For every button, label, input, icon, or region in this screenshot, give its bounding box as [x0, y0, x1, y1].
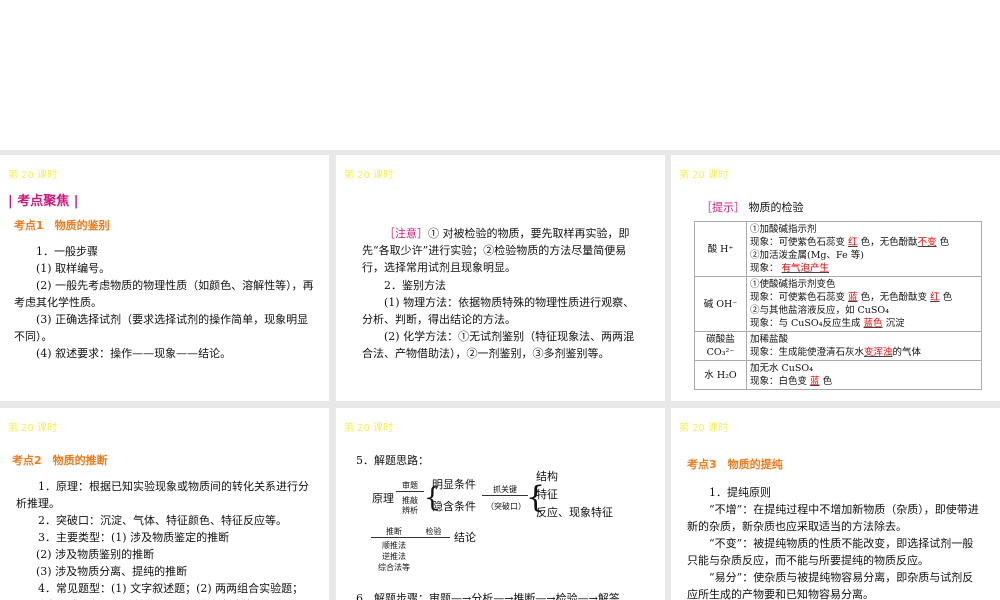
lesson-label: 第 20 课时: [679, 423, 729, 434]
arrow-label: 推敲: [402, 496, 418, 505]
cell-text: 现象：白色变: [750, 376, 808, 387]
text-line: “不变”：被提纯物质的性质不能改变，即选择试剂一般只能与杂质反应，而不能与所要提…: [687, 537, 974, 567]
text-line: (4) 叙述要求：操作——现象——结论。: [36, 347, 232, 360]
answer-blank: 红: [848, 237, 858, 248]
cell-text: 色，无色酚酞: [860, 237, 918, 248]
answer-blank: 有气泡产生: [781, 263, 830, 274]
hint-label: ［提示］: [701, 201, 745, 214]
text-line: (3) 涉及物质分离、提纯的推断: [36, 565, 188, 578]
slide-grid: 第 20 课时 | 考点聚焦 | 考点1 物质的鉴别 1．一般步骤 (1) 取样…: [0, 150, 1000, 600]
flow-node: 明显条件: [432, 478, 476, 491]
text-line: 1．一般步骤: [36, 245, 98, 258]
cell-text: 色: [942, 292, 953, 303]
text-line: 1．提纯原则: [709, 486, 771, 499]
lesson-label: 第 20 课时: [344, 423, 394, 434]
flow-node: 原理: [372, 492, 394, 505]
table-row: 碳酸盐 CO₃²⁻ 加稀盐酸 现象：生成能使澄清石灰水变浑浊的气体: [694, 331, 982, 361]
topic-title: 考点3 物质的提纯: [687, 458, 783, 471]
cell-text: 现象：生成能使澄清石灰水: [750, 347, 865, 358]
cell-line: ②与其他盐溶液反应，如 CuSO₄: [750, 305, 890, 316]
lesson-label: 第 20 课时: [8, 170, 58, 181]
slide-3[interactable]: 第 20 课时 ［提示］ 物质的检验 酸 H⁺ ①加酸碱指示剂 现象：可使紫色石…: [671, 155, 1000, 401]
lesson-label: 第 20 课时: [8, 423, 58, 434]
slide-2[interactable]: 第 20 课时 ［注意］① 对被检验的物质，要先取样再实验，即先“各取少许”进行…: [336, 155, 665, 401]
cell-line: 加无水 CuSO₄: [750, 363, 814, 374]
text-line: (2) 一般先考虑物质的物理性质（如颜色、溶解性等），再考虑其化学性质。: [14, 279, 314, 309]
text-line: (1) 物理方法：依据物质特殊的物理性质进行观察、分析、判断，得出结论的方法。: [362, 296, 635, 326]
cell-text: 现象：可使紫色石蕊变: [750, 237, 846, 248]
table-row: 水 H₂O 加无水 CuSO₄ 现象：白色变 蓝 色: [694, 360, 982, 390]
row-key-formula: CO₃²⁻: [706, 347, 735, 358]
answer-blank: 不变: [917, 237, 937, 248]
cell-line: ①加酸碱指示剂: [750, 224, 817, 235]
cell-text: 色，无色酚酞变: [860, 292, 928, 303]
cell-text: 色: [822, 376, 833, 387]
cell-text: 色: [939, 237, 950, 248]
arrow-label: 辨析: [402, 506, 418, 515]
lesson-label: 第 20 课时: [344, 170, 394, 181]
cell-line: 加稀盐酸: [750, 334, 789, 345]
cell-line: ①使酸碱指示剂变色: [750, 279, 836, 290]
note-paragraph: ［注意］① 对被检验的物质，要先取样再实验，即先“各取少许”进行实验；②检验物质…: [362, 225, 635, 276]
flow-node: 隐含条件: [432, 500, 476, 513]
text-line: “不增”：在提纯过程中不增加新物质（杂质），即使带进新的杂质，新杂质也应采取适当…: [687, 503, 979, 533]
row-key: 碳酸盐: [706, 334, 735, 345]
arrow-label: 推断: [371, 526, 417, 538]
slide-1[interactable]: 第 20 课时 | 考点聚焦 | 考点1 物质的鉴别 1．一般步骤 (1) 取样…: [0, 155, 329, 401]
row-key: 碱 OH⁻: [694, 276, 747, 332]
answer-blank: 蓝色: [863, 318, 883, 329]
topic-title: 考点1 物质的鉴别: [14, 219, 110, 232]
answer-blank: 蓝: [810, 376, 820, 387]
cell-text: 的气体: [892, 347, 922, 358]
table-row: 酸 H⁺ ①加酸碱指示剂 现象：可使紫色石蕊变 红 色，无色酚酞不变 色 ②加活…: [694, 221, 982, 277]
arrow-label: 抓关键: [482, 484, 528, 496]
flow-node: 反应、现象特征: [536, 506, 613, 519]
flow-node: 结论: [454, 531, 476, 544]
table-row: 碱 OH⁻ ①使酸碱指示剂变色 现象：可使紫色石蕊变 蓝 色，无色酚酞变 红 色…: [694, 276, 982, 332]
section-banner: | 考点聚焦 |: [8, 194, 79, 209]
text-line: (2) 涉及物质鉴别的推断: [36, 548, 155, 561]
text-line: 1．原理：根据已知实验现象或物质间的转化关系进行分析推理。: [16, 480, 309, 510]
slide-4[interactable]: 第 20 课时 考点2 物质的推断 1．原理：根据已知实验现象或物质间的转化关系…: [0, 408, 329, 600]
arrow-label: 检验: [417, 526, 450, 538]
row-key: 酸 H⁺: [694, 221, 747, 277]
hint-title: 物质的检验: [748, 201, 804, 214]
text-line: 2．鉴别方法: [384, 279, 446, 292]
note-label: ［注意］: [384, 227, 428, 240]
slide-6[interactable]: 第 20 课时 考点3 物质的提纯 1．提纯原则 “不增”：在提纯过程中不增加新…: [671, 408, 1000, 600]
answer-blank: 变浑浊: [864, 347, 893, 358]
answer-blank: 蓝: [848, 292, 858, 303]
flow-node: 结构: [536, 470, 558, 483]
method-label: 顺推法: [382, 541, 406, 550]
cell-text: 现象：: [750, 263, 779, 274]
arrow-label: 审题: [396, 480, 424, 492]
text-line: 2．突破口：沉淀、气体、特征颜色、特征反应等。: [38, 514, 287, 527]
topic-title: 考点2 物质的推断: [12, 454, 108, 467]
method-label: 逆推法: [382, 552, 406, 561]
cell-text: 沉淀: [885, 318, 905, 329]
text-line: (3) 正确选择试剂（要求选择试剂的操作简单，现象明显不同）。: [14, 313, 309, 343]
step-line: 6．解题步骤：审题—→分析—→推断—→检验—→解答: [356, 592, 620, 600]
flow-node: 特征: [536, 488, 558, 501]
slide-5[interactable]: 第 20 课时 5．解题思路： 原理 审题 推敲 辨析 { 明显条件 隐含条件 抓关…: [336, 408, 665, 600]
text-line: (1) 取样编号。: [36, 262, 111, 275]
row-key: 水 H₂O: [694, 360, 747, 390]
text-line: (2) 化学方法：①无试剂鉴别（特征现象法、两两混合法、产物借助法），②一剂鉴别…: [362, 330, 635, 360]
cell-text: 现象：可使紫色石蕊变: [750, 292, 846, 303]
lesson-label: 第 20 课时: [679, 170, 729, 181]
heading: 5．解题思路：: [356, 454, 429, 467]
method-label: 综合法等: [378, 563, 410, 572]
text-line: 4．常见题型：(1) 文字叙述题；(2) 两两组合实验题；(3) 迷宫（或几何图…: [16, 582, 307, 600]
test-table: 酸 H⁺ ①加酸碱指示剂 现象：可使紫色石蕊变 红 色，无色酚酞不变 色 ②加活…: [694, 221, 982, 390]
cell-text: 现象：与 CuSO₄反应生成: [750, 318, 861, 329]
text-line: 3．主要类型：(1) 涉及物质鉴定的推断: [38, 531, 230, 544]
answer-blank: 红: [930, 292, 940, 303]
cell-line: ②加活泼金属(Mg、Fe 等): [750, 250, 864, 261]
text-line: “易分”：使杂质与被提纯物容易分离，即杂质与试剂反应所生成的产物要和已知物容易分…: [687, 571, 974, 600]
